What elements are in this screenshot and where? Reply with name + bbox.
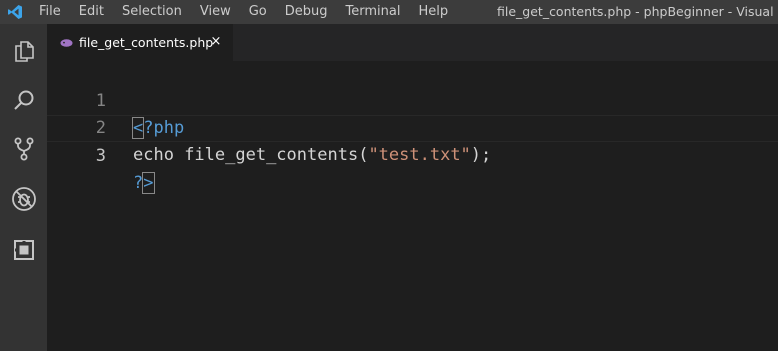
menu-edit[interactable]: Edit <box>70 0 113 24</box>
code-token: ); <box>470 145 492 165</box>
menu-bar: File Edit Selection View Go Debug Termin… <box>30 0 457 24</box>
menu-file[interactable]: File <box>30 0 70 24</box>
tab-bar: file_get_contents.php × <box>47 24 778 61</box>
code-line-current[interactable]: 3 ?> <box>47 115 778 194</box>
vscode-logo-icon[interactable] <box>0 0 30 24</box>
code-token: echo <box>133 145 185 165</box>
menu-debug[interactable]: Debug <box>276 0 337 24</box>
code-token: file_get_contents <box>184 145 359 165</box>
code-text: echo file_get_contents("test.txt"); <box>133 142 491 169</box>
code-token: ? <box>133 173 144 193</box>
menu-selection[interactable]: Selection <box>113 0 191 24</box>
code-token: ( <box>358 145 369 165</box>
menu-terminal[interactable]: Terminal <box>337 0 410 24</box>
menu-view[interactable]: View <box>191 0 240 24</box>
title-bar: File Edit Selection View Go Debug Termin… <box>0 0 778 24</box>
window-title: file_get_contents.php - phpBeginner - Vi… <box>497 4 778 19</box>
menu-go[interactable]: Go <box>240 0 276 24</box>
extensions-icon[interactable] <box>0 227 47 273</box>
close-icon[interactable]: × <box>208 34 224 50</box>
code-token: > <box>142 172 155 194</box>
code-line[interactable]: 2 echo file_get_contents("test.txt"); <box>47 88 778 165</box>
code-token: "test.txt" <box>368 145 471 165</box>
code-line[interactable]: 1 <?php <box>47 61 778 139</box>
menu-help[interactable]: Help <box>409 0 457 24</box>
code-text: ?> <box>133 170 155 197</box>
activity-bar <box>0 24 47 351</box>
tab-label: file_get_contents.php <box>79 35 214 50</box>
code-editor[interactable]: 1 <?php 2 echo file_get_contents("test.t… <box>47 61 778 351</box>
debug-icon[interactable] <box>0 176 47 222</box>
explorer-icon[interactable] <box>0 28 47 74</box>
search-icon[interactable] <box>0 77 47 123</box>
source-control-icon[interactable] <box>0 126 47 172</box>
php-file-icon <box>60 37 74 49</box>
tab-file-get-contents[interactable]: file_get_contents.php × <box>47 24 233 61</box>
line-number: 3 <box>95 146 106 166</box>
